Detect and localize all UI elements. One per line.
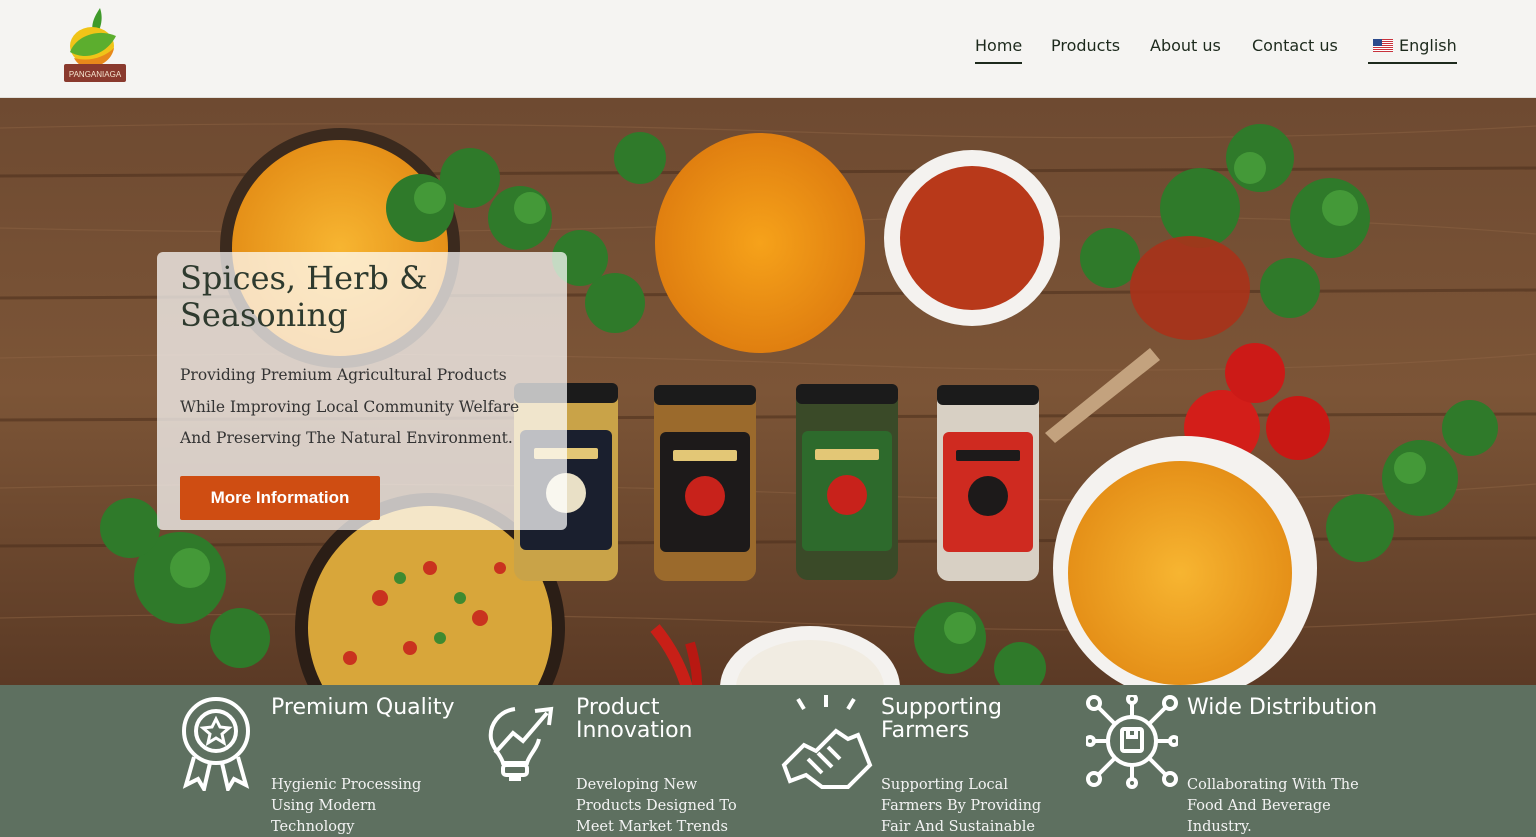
hero-title: Spices, Herb & Seasoning bbox=[180, 259, 428, 334]
handshake-icon bbox=[781, 695, 873, 789]
feature-product-innovation: Product Innovation Developing New Produc… bbox=[485, 685, 785, 837]
feature-title: Supporting Farmers bbox=[881, 696, 1081, 742]
nav-about-us[interactable]: About us bbox=[1150, 36, 1221, 64]
feature-title: Wide Distribution bbox=[1187, 696, 1387, 719]
feature-supporting-farmers: Supporting Farmers Supporting Local Farm… bbox=[778, 685, 1078, 837]
language-label: English bbox=[1399, 36, 1457, 55]
lightbulb-growth-icon bbox=[488, 706, 554, 781]
feature-title-text: Product Innovation bbox=[576, 695, 693, 743]
award-badge-icon bbox=[182, 697, 250, 791]
nav-products[interactable]: Products bbox=[1051, 36, 1120, 64]
feature-premium-quality: Premium Quality Hygienic Processing Usin… bbox=[180, 685, 480, 837]
us-flag-icon bbox=[1373, 39, 1393, 52]
feature-description: Developing New Products Designed To Meet… bbox=[576, 777, 737, 835]
nav-home[interactable]: Home bbox=[975, 36, 1023, 64]
feature-description: Collaborating With The Food And Beverage… bbox=[1187, 777, 1359, 835]
hero-banner: Spices, Herb & Seasoning Providing Premi… bbox=[0, 98, 1536, 685]
feature-title: Product Innovation bbox=[576, 696, 776, 742]
feature-title: Premium Quality bbox=[271, 696, 471, 719]
more-information-button[interactable]: More Information bbox=[180, 476, 380, 520]
hero-description: Providing Premium Agricultural Products … bbox=[180, 366, 520, 447]
feature-title-text: Wide Distribution bbox=[1187, 695, 1378, 720]
feature-title-text: Supporting Farmers bbox=[881, 695, 1002, 743]
feature-wide-distribution: Wide Distribution Collaborating With The… bbox=[1086, 685, 1386, 837]
features-strip: Premium Quality Hygienic Processing Usin… bbox=[0, 685, 1536, 837]
svg-text:PANGANIAGA: PANGANIAGA bbox=[69, 70, 122, 79]
feature-description: Supporting Local Farmers By Providing Fa… bbox=[881, 777, 1042, 835]
language-selector[interactable]: English bbox=[1368, 36, 1457, 64]
nav-contact-us[interactable]: Contact us bbox=[1252, 36, 1338, 64]
feature-title-text: Premium Quality bbox=[271, 695, 455, 720]
feature-description: Hygienic Processing Using Modern Technol… bbox=[271, 777, 422, 835]
main-nav: Home Products About us Contact us Englis… bbox=[0, 36, 1536, 66]
network-box-icon bbox=[1086, 695, 1178, 789]
site-header: PANGANIAGA Home Products About us Contac… bbox=[0, 0, 1536, 98]
hero-card: Spices, Herb & Seasoning Providing Premi… bbox=[157, 252, 567, 530]
